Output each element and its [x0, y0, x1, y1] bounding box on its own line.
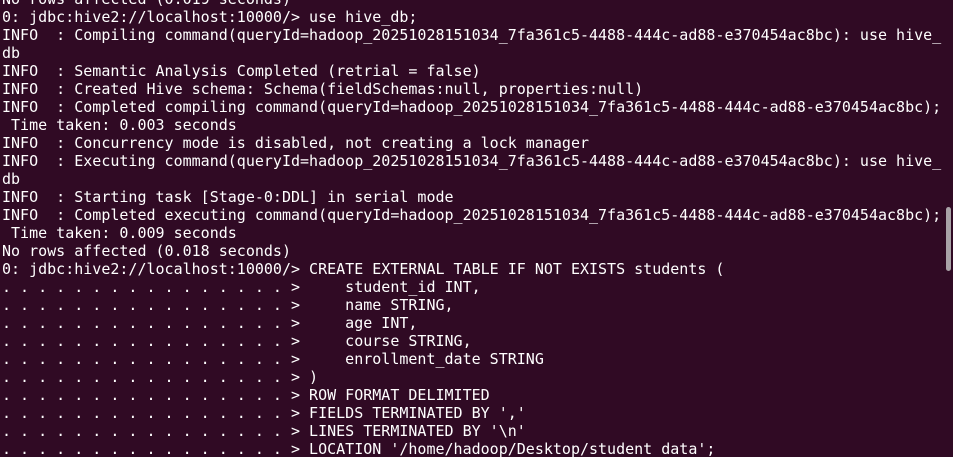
terminal-line: . . . . . . . . . . . . . . . . > LINES …: [2, 422, 526, 440]
terminal-line: db: [2, 44, 21, 62]
terminal-line: No rows affected (0.018 seconds): [2, 242, 291, 260]
scrollbar[interactable]: [943, 0, 953, 457]
terminal-line: . . . . . . . . . . . . . . . . > LOCATI…: [2, 440, 716, 457]
terminal-line: . . . . . . . . . . . . . . . . > course…: [2, 332, 472, 350]
terminal-output: No rows affected (0.019 seconds) 0: jdbc…: [2, 0, 942, 457]
terminal-line: INFO : Executing command(queryId=hadoop_…: [2, 152, 942, 170]
terminal-window[interactable]: No rows affected (0.019 seconds) 0: jdbc…: [0, 0, 953, 457]
terminal-line: . . . . . . . . . . . . . . . . > age IN…: [2, 314, 418, 332]
terminal-line: INFO : Completed compiling command(query…: [2, 98, 942, 116]
terminal-line: . . . . . . . . . . . . . . . . > ROW FO…: [2, 386, 490, 404]
terminal-line: . . . . . . . . . . . . . . . . > ): [2, 368, 319, 386]
terminal-line: . . . . . . . . . . . . . . . . > name S…: [2, 296, 454, 314]
terminal-line: db: [2, 170, 21, 188]
terminal-line: No rows affected (0.019 seconds): [2, 0, 942, 8]
terminal-line: . . . . . . . . . . . . . . . . > FIELDS…: [2, 404, 526, 422]
terminal-line: . . . . . . . . . . . . . . . . > enroll…: [2, 350, 544, 368]
terminal-line: 0: jdbc:hive2://localhost:10000/> CREATE…: [2, 260, 725, 278]
terminal-line: INFO : Completed executing command(query…: [2, 206, 942, 224]
terminal-line: INFO : Starting task [Stage-0:DDL] in se…: [2, 188, 454, 206]
terminal-line: INFO : Created Hive schema: Schema(field…: [2, 80, 644, 98]
terminal-line: INFO : Concurrency mode is disabled, not…: [2, 134, 589, 152]
terminal-line: INFO : Semantic Analysis Completed (retr…: [2, 62, 481, 80]
terminal-line: Time taken: 0.009 seconds: [2, 224, 237, 242]
terminal-line: . . . . . . . . . . . . . . . . > studen…: [2, 278, 481, 296]
terminal-line: Time taken: 0.003 seconds: [2, 116, 237, 134]
terminal-line: INFO : Compiling command(queryId=hadoop_…: [2, 26, 942, 44]
scrollbar-thumb[interactable]: [946, 207, 951, 271]
terminal-line: 0: jdbc:hive2://localhost:10000/> use hi…: [2, 8, 418, 26]
